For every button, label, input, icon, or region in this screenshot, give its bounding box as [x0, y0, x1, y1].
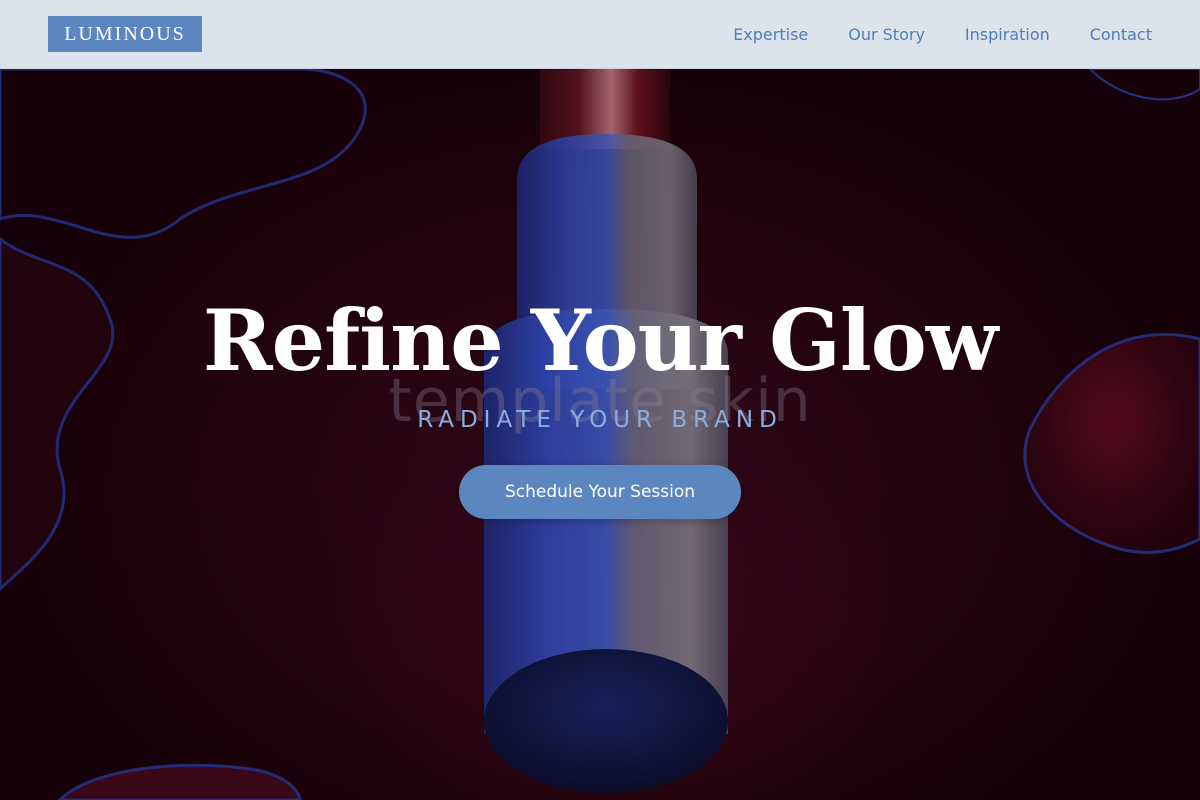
nav-link-our-story[interactable]: Our Story: [848, 25, 925, 44]
nav-link-inspiration[interactable]: Inspiration: [965, 25, 1050, 44]
hero-headline: Refine Your Glow: [202, 291, 998, 390]
nav-link-contact[interactable]: Contact: [1090, 25, 1152, 44]
hero-subheadline: RADIATE YOUR BRAND: [417, 407, 783, 433]
hero-section: template skin Refine Your Glow RADIATE Y…: [0, 69, 1200, 800]
nav-link-expertise[interactable]: Expertise: [733, 25, 808, 44]
site-header: LUMINOUS Expertise Our Story Inspiration…: [0, 0, 1200, 69]
schedule-session-button[interactable]: Schedule Your Session: [459, 465, 741, 519]
main-nav: Expertise Our Story Inspiration Contact: [733, 0, 1152, 68]
brand-logo[interactable]: LUMINOUS: [48, 16, 202, 52]
